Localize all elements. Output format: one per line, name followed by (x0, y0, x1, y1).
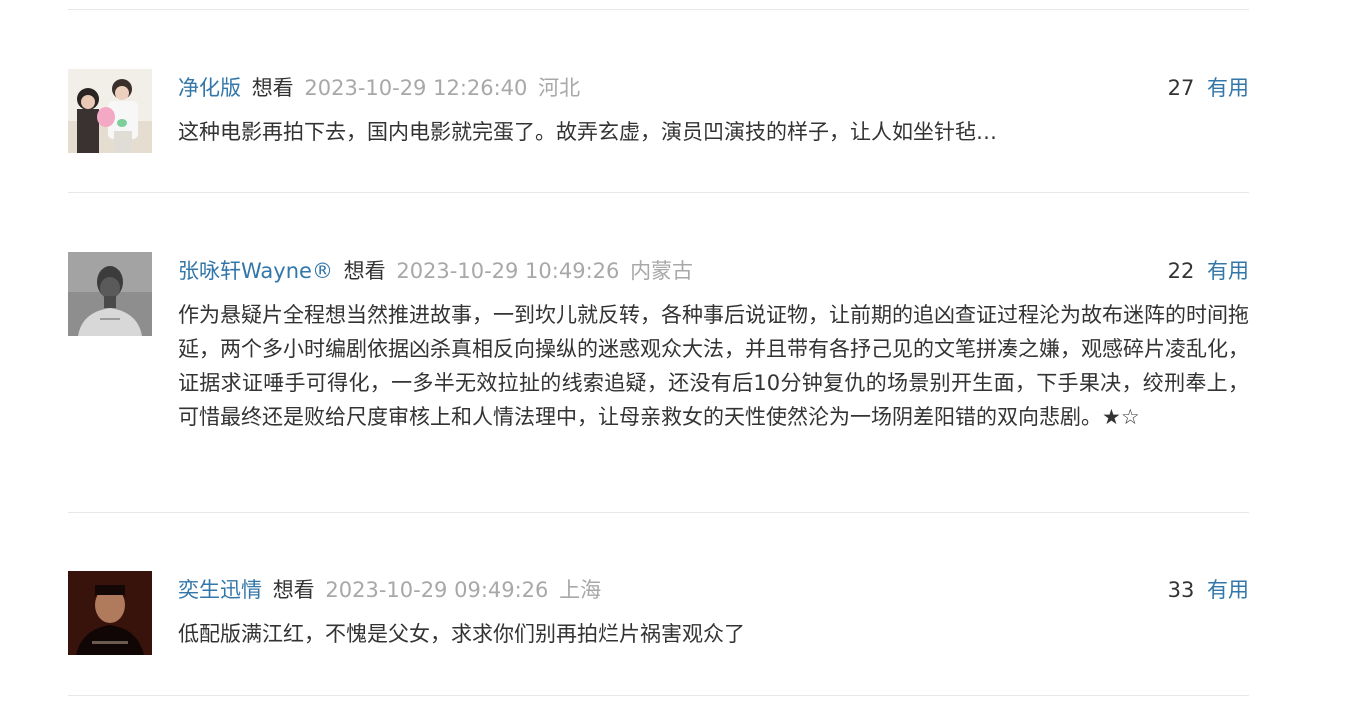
comment-time: 2023-10-29 12:26:40 (304, 76, 528, 100)
comment-item: 张咏轩Wayne® 想看 2023-10-29 10:49:26 内蒙古 22 … (68, 252, 1249, 492)
rating-status: 想看 (272, 578, 315, 602)
vote-block: 33 有用 (1168, 575, 1249, 605)
vote-block: 27 有用 (1168, 73, 1249, 103)
comment-content: 作为悬疑片全程想当然推进故事，一到坎儿就反转，各种事后说证物，让前期的追凶查证过… (178, 303, 1249, 429)
vote-count: 27 (1167, 76, 1195, 100)
divider-top (68, 9, 1249, 10)
comment-time: 2023-10-29 10:49:26 (396, 259, 620, 283)
username-link[interactable]: 奕生迅情 (178, 578, 262, 602)
comment-meta: 净化版 想看 2023-10-29 12:26:40 河北 27 有用 (178, 73, 1249, 103)
comment-time: 2023-10-29 09:49:26 (325, 578, 549, 602)
comment-meta: 张咏轩Wayne® 想看 2023-10-29 10:49:26 内蒙古 22 … (178, 256, 1249, 286)
rating-status: 想看 (343, 259, 386, 283)
vote-block: 22 有用 (1168, 256, 1249, 286)
divider (68, 695, 1249, 696)
vote-count: 22 (1167, 259, 1195, 283)
useful-button[interactable]: 有用 (1207, 76, 1249, 100)
divider (68, 512, 1249, 513)
avatar-image (68, 252, 152, 336)
comment-item: 净化版 想看 2023-10-29 12:26:40 河北 27 有用 这种电影… (68, 69, 1249, 169)
avatar[interactable] (68, 571, 152, 655)
avatar[interactable] (68, 252, 152, 336)
vote-count: 33 (1167, 578, 1195, 602)
comment-content: 低配版满江红，不愧是父女，求求你们别再拍烂片祸害观众了 (178, 622, 745, 646)
comment-location: 河北 (538, 76, 581, 100)
username-link[interactable]: 张咏轩Wayne® (178, 259, 333, 283)
avatar-image (68, 571, 152, 655)
divider (68, 192, 1249, 193)
useful-button[interactable]: 有用 (1207, 259, 1249, 283)
username-link[interactable]: 净化版 (178, 76, 241, 100)
avatar[interactable] (68, 69, 152, 153)
comment-location: 内蒙古 (630, 259, 694, 283)
comment-content: 这种电影再拍下去，国内电影就完蛋了。故弄玄虚，演员凹演技的样子，让人如坐针毡… (178, 120, 997, 144)
useful-button[interactable]: 有用 (1207, 578, 1249, 602)
comment-location: 上海 (559, 578, 602, 602)
comment-item: 奕生迅情 想看 2023-10-29 09:49:26 上海 33 有用 低配版… (68, 571, 1249, 671)
avatar-image (68, 69, 152, 153)
rating-status: 想看 (251, 76, 294, 100)
comment-meta: 奕生迅情 想看 2023-10-29 09:49:26 上海 33 有用 (178, 575, 1249, 605)
